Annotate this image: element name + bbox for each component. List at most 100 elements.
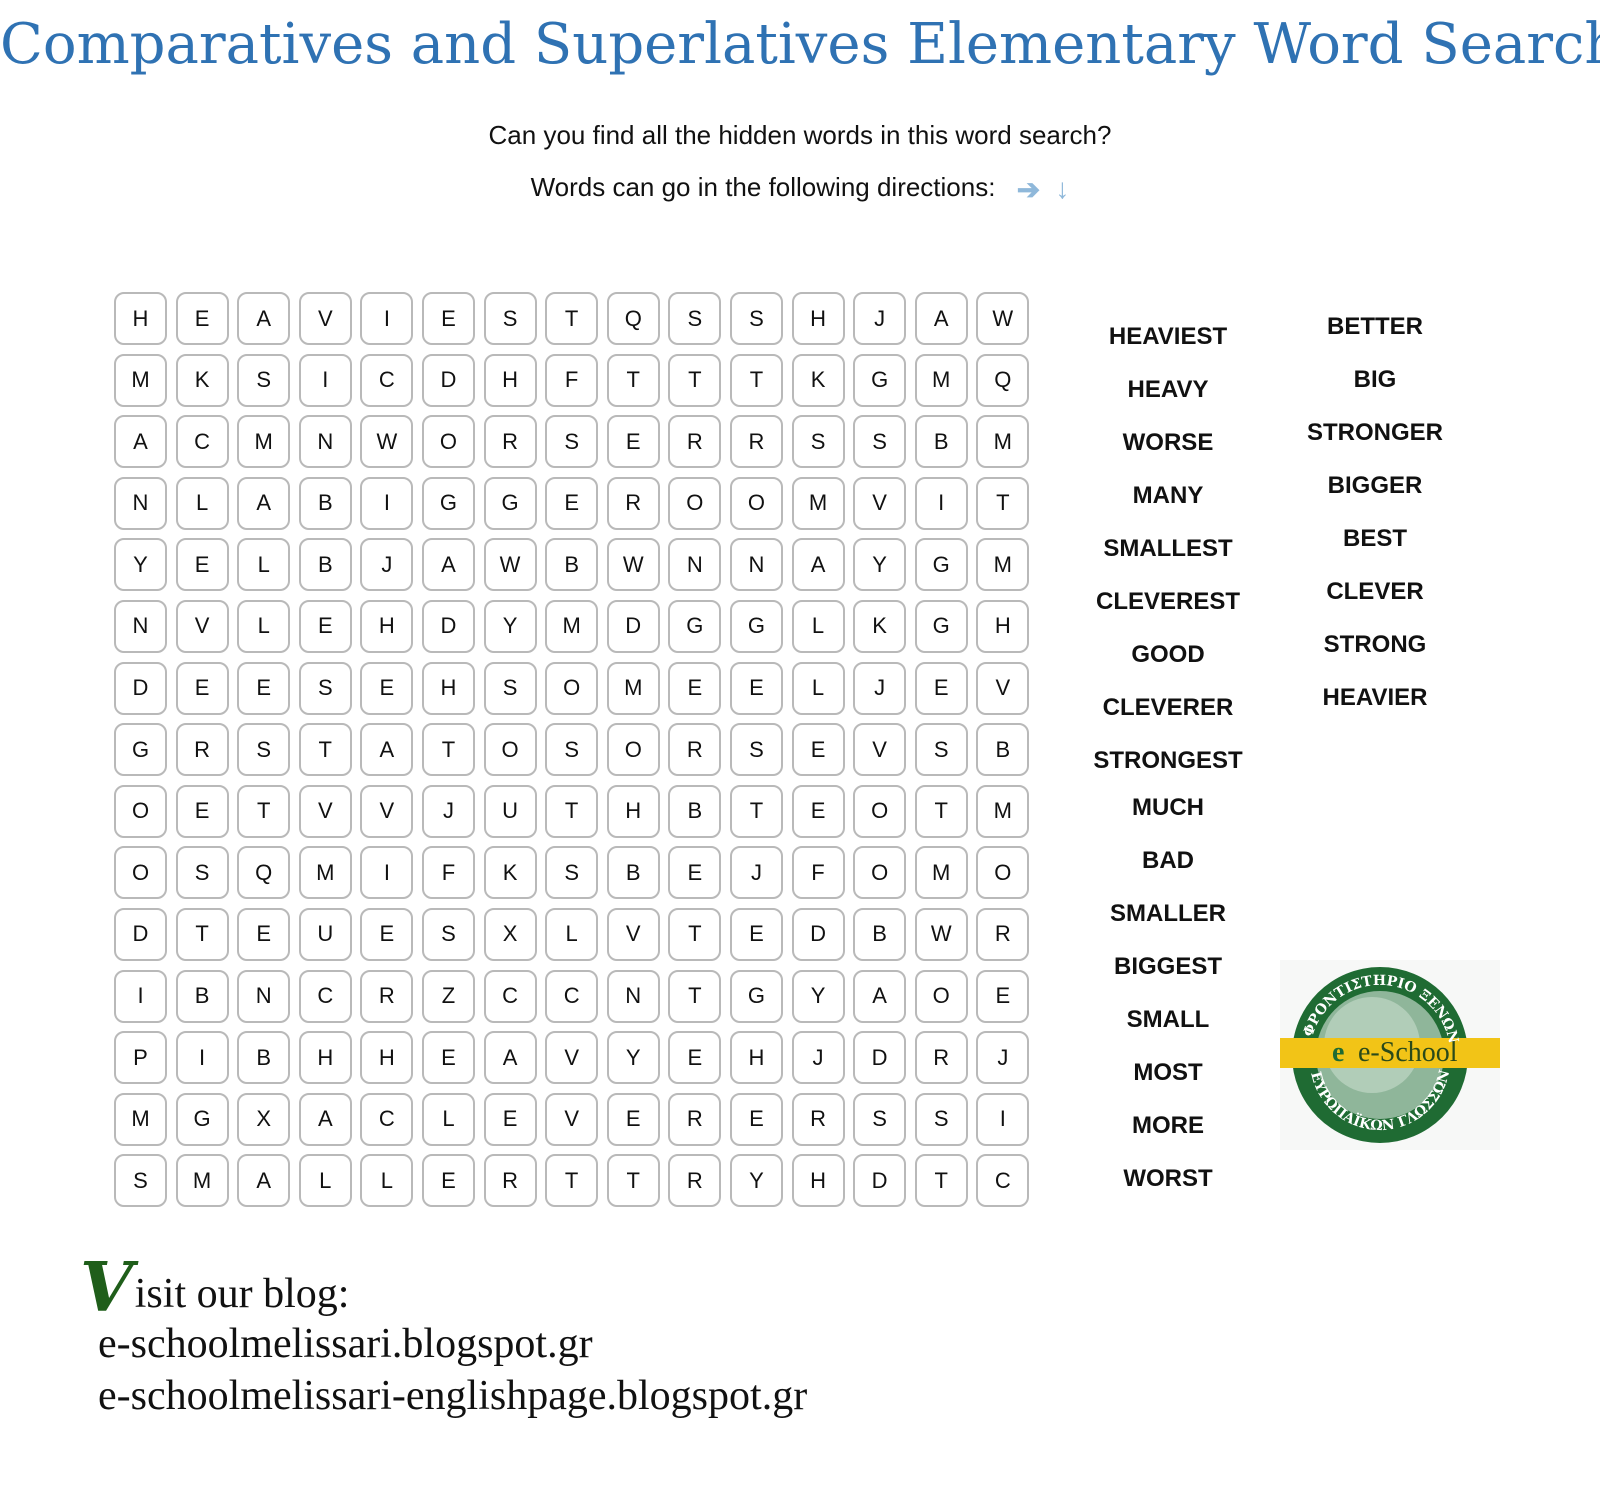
grid-cell[interactable]: O (853, 784, 907, 838)
grid-cell[interactable]: A (237, 1154, 291, 1208)
grid-cell[interactable]: W (914, 907, 968, 961)
grid-cell[interactable]: T (729, 784, 783, 838)
grid-cell[interactable]: W (606, 538, 660, 592)
grid-cell[interactable]: R (668, 1154, 722, 1208)
grid-cell[interactable]: J (853, 661, 907, 715)
grid-cell[interactable]: J (976, 1031, 1030, 1085)
grid-cell[interactable]: O (914, 969, 968, 1023)
grid-cell[interactable]: O (545, 661, 599, 715)
grid-cell[interactable]: E (421, 1154, 475, 1208)
grid-cell[interactable]: S (545, 846, 599, 900)
grid-cell[interactable]: O (483, 723, 537, 777)
grid-cell[interactable]: V (976, 661, 1030, 715)
grid-cell[interactable]: D (114, 661, 167, 715)
grid-cell[interactable]: L (545, 907, 599, 961)
grid-cell[interactable]: G (729, 969, 783, 1023)
grid-cell[interactable]: A (360, 723, 414, 777)
grid-cell[interactable]: E (298, 599, 352, 653)
grid-cell[interactable]: S (237, 723, 291, 777)
grid-cell[interactable]: N (729, 538, 783, 592)
grid-cell[interactable]: B (606, 846, 660, 900)
grid-cell[interactable]: N (114, 599, 167, 653)
grid-cell[interactable]: F (545, 353, 599, 407)
grid-cell[interactable]: S (114, 1154, 167, 1208)
grid-cell[interactable]: A (298, 1092, 352, 1146)
grid-cell[interactable]: T (606, 353, 660, 407)
grid-cell[interactable]: M (298, 846, 352, 900)
grid-cell[interactable]: E (545, 476, 599, 530)
grid-cell[interactable]: R (483, 1154, 537, 1208)
grid-cell[interactable]: I (175, 1031, 229, 1085)
grid-cell[interactable]: V (545, 1031, 599, 1085)
grid-cell[interactable]: G (421, 476, 475, 530)
grid-cell[interactable]: I (360, 292, 414, 345)
grid-cell[interactable]: C (360, 1092, 414, 1146)
grid-cell[interactable]: T (545, 784, 599, 838)
grid-cell[interactable]: S (545, 723, 599, 777)
grid-cell[interactable]: H (606, 784, 660, 838)
grid-cell[interactable]: H (360, 599, 414, 653)
grid-cell[interactable]: L (237, 538, 291, 592)
grid-cell[interactable]: T (668, 969, 722, 1023)
grid-cell[interactable]: O (729, 476, 783, 530)
grid-cell[interactable]: S (729, 292, 783, 345)
grid-cell[interactable]: V (298, 292, 352, 345)
grid-cell[interactable]: C (298, 969, 352, 1023)
grid-cell[interactable]: B (298, 538, 352, 592)
grid-cell[interactable]: O (114, 784, 167, 838)
grid-cell[interactable]: W (976, 292, 1030, 345)
grid-cell[interactable]: M (114, 1092, 167, 1146)
grid-cell[interactable]: R (175, 723, 229, 777)
grid-cell[interactable]: T (421, 723, 475, 777)
grid-cell[interactable]: M (175, 1154, 229, 1208)
grid-cell[interactable]: O (114, 846, 167, 900)
grid-cell[interactable]: H (298, 1031, 352, 1085)
grid-cell[interactable]: D (421, 353, 475, 407)
grid-cell[interactable]: E (175, 661, 229, 715)
grid-cell[interactable]: H (421, 661, 475, 715)
grid-cell[interactable]: R (914, 1031, 968, 1085)
grid-cell[interactable]: R (729, 415, 783, 469)
grid-cell[interactable]: V (545, 1092, 599, 1146)
grid-cell[interactable]: T (668, 353, 722, 407)
grid-cell[interactable]: E (175, 784, 229, 838)
grid-cell[interactable]: J (729, 846, 783, 900)
grid-cell[interactable]: V (360, 784, 414, 838)
grid-cell[interactable]: F (791, 846, 845, 900)
grid-cell[interactable]: T (298, 723, 352, 777)
grid-cell[interactable]: T (606, 1154, 660, 1208)
grid-cell[interactable]: S (483, 661, 537, 715)
grid-cell[interactable]: L (421, 1092, 475, 1146)
grid-cell[interactable]: E (976, 969, 1030, 1023)
grid-cell[interactable]: O (668, 476, 722, 530)
grid-cell[interactable]: H (729, 1031, 783, 1085)
grid-cell[interactable]: H (976, 599, 1030, 653)
grid-cell[interactable]: C (483, 969, 537, 1023)
grid-cell[interactable]: D (421, 599, 475, 653)
grid-cell[interactable]: I (976, 1092, 1030, 1146)
grid-cell[interactable]: D (114, 907, 167, 961)
grid-cell[interactable]: E (421, 1031, 475, 1085)
grid-cell[interactable]: K (853, 599, 907, 653)
grid-cell[interactable]: M (545, 599, 599, 653)
grid-cell[interactable]: J (791, 1031, 845, 1085)
grid-cell[interactable]: A (914, 292, 968, 345)
grid-cell[interactable]: T (668, 907, 722, 961)
blog-url-2[interactable]: e-schoolmelissari-englishpage.blogspot.g… (98, 1370, 807, 1422)
grid-cell[interactable]: K (483, 846, 537, 900)
grid-cell[interactable]: E (668, 1031, 722, 1085)
grid-cell[interactable]: M (914, 846, 968, 900)
grid-cell[interactable]: X (483, 907, 537, 961)
grid-cell[interactable]: S (175, 846, 229, 900)
grid-cell[interactable]: A (237, 292, 291, 345)
grid-cell[interactable]: F (421, 846, 475, 900)
grid-cell[interactable]: V (853, 723, 907, 777)
grid-cell[interactable]: S (914, 1092, 968, 1146)
grid-cell[interactable]: U (298, 907, 352, 961)
grid-cell[interactable]: R (791, 1092, 845, 1146)
grid-cell[interactable]: A (791, 538, 845, 592)
grid-cell[interactable]: O (976, 846, 1030, 900)
grid-cell[interactable]: R (483, 415, 537, 469)
grid-cell[interactable]: E (175, 292, 229, 345)
grid-cell[interactable]: M (976, 415, 1030, 469)
